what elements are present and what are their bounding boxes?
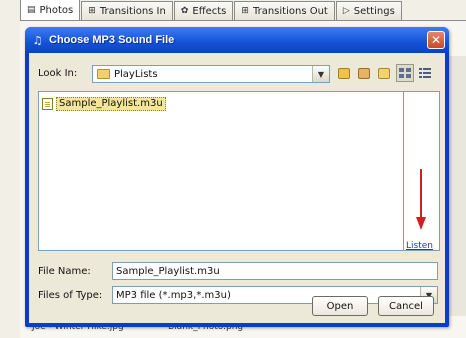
up-folder-icon: [338, 67, 350, 79]
file-list[interactable]: Sample_Playlist.m3u: [38, 91, 404, 251]
details-view-icon: [419, 67, 431, 78]
tab-label: Transitions In: [99, 5, 166, 17]
effects-icon: ✿: [180, 6, 189, 16]
list-view-icon: [399, 67, 411, 78]
file-name-field[interactable]: Sample_Playlist.m3u: [112, 262, 438, 280]
file-name-label: File Name:: [38, 266, 91, 277]
transitions-in-icon: ⊞: [88, 6, 96, 16]
settings-icon: ▷: [342, 6, 350, 16]
details-view-button[interactable]: [416, 64, 434, 82]
background-tab-bar: ▤ Photos ⊞ Transitions In ✿ Effects ⊞ Tr…: [20, 0, 466, 20]
up-one-level-button[interactable]: [335, 64, 353, 82]
tab-transitions-in[interactable]: ⊞ Transitions In: [81, 1, 173, 20]
tab-label: Transitions Out: [252, 5, 328, 17]
dialog-body: Look In: PlayLists ▼ Sample_Playlist.m3u…: [29, 53, 445, 323]
files-of-type-label: Files of Type:: [38, 290, 103, 301]
home-button[interactable]: [355, 64, 373, 82]
chevron-down-icon[interactable]: ▼: [312, 66, 329, 82]
files-of-type-value: MP3 file (*.mp3,*.m3u): [116, 289, 231, 301]
folder-icon: [97, 69, 110, 79]
transitions-out-icon: ⊞: [241, 6, 249, 16]
file-name-value: Sample_Playlist.m3u: [116, 265, 220, 277]
background-side-panel: [446, 56, 466, 316]
look-in-select[interactable]: PlayLists ▼: [92, 65, 330, 83]
file-item-name: Sample_Playlist.m3u: [56, 97, 166, 111]
dialog-titlebar[interactable]: ♫ Choose MP3 Sound File ✕: [25, 27, 449, 53]
playlist-file-icon: [42, 98, 53, 110]
listen-link[interactable]: Listen: [406, 241, 433, 251]
choose-file-dialog: ♫ Choose MP3 Sound File ✕ Look In: PlayL…: [25, 27, 449, 327]
look-in-value: PlayLists: [114, 68, 158, 80]
home-icon: [358, 67, 370, 79]
tab-transitions-out[interactable]: ⊞ Transitions Out: [234, 1, 335, 20]
tab-label: Settings: [353, 5, 395, 17]
tab-effects[interactable]: ✿ Effects: [173, 1, 234, 20]
look-in-label: Look In:: [38, 68, 78, 79]
tab-photos[interactable]: ▤ Photos: [20, 0, 81, 20]
close-button[interactable]: ✕: [427, 31, 445, 49]
list-view-button[interactable]: [396, 64, 414, 82]
list-item[interactable]: Sample_Playlist.m3u: [42, 97, 166, 111]
photos-icon: ▤: [27, 5, 36, 15]
tab-label: Effects: [192, 5, 227, 17]
dialog-title: Choose MP3 Sound File: [49, 34, 175, 46]
tab-settings[interactable]: ▷ Settings: [335, 1, 402, 20]
open-button[interactable]: Open: [312, 296, 368, 316]
new-folder-button[interactable]: [375, 64, 393, 82]
cancel-button[interactable]: Cancel: [378, 296, 434, 316]
red-arrow-down-icon: [416, 169, 426, 230]
new-folder-icon: [378, 67, 390, 79]
tab-label: Photos: [39, 4, 74, 16]
sound-file-icon: ♫: [32, 33, 43, 47]
